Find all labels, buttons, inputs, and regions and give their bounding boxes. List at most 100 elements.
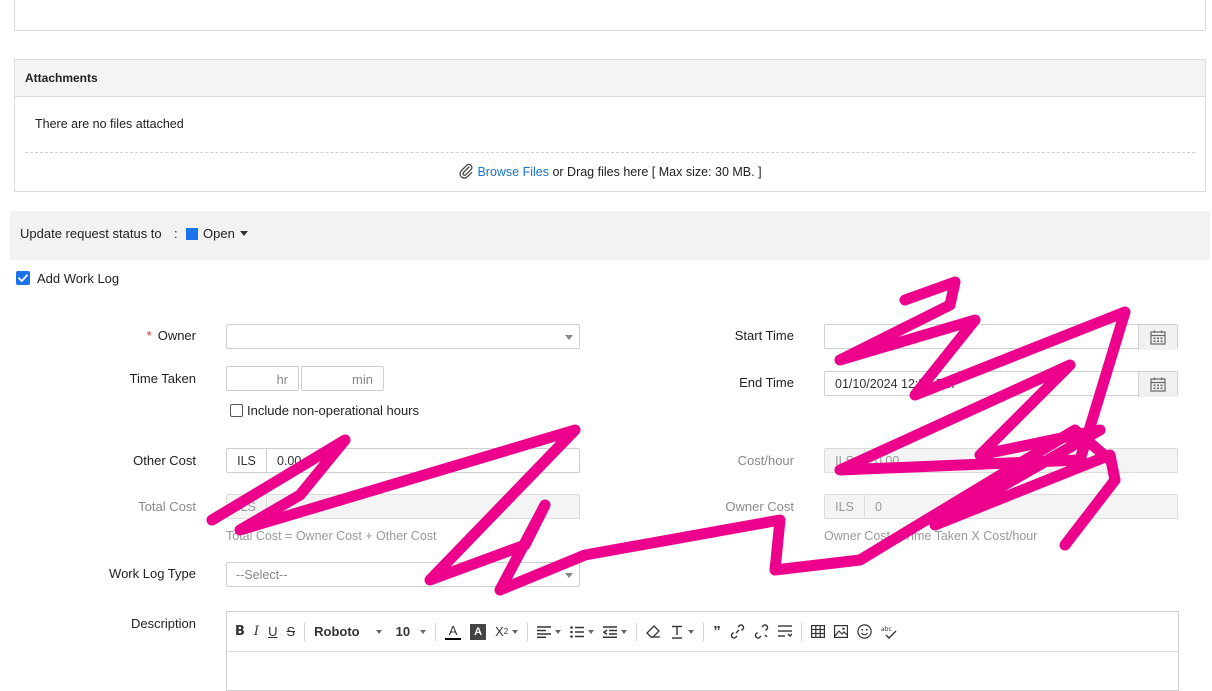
font-size-value: 10	[395, 624, 411, 639]
top-empty-panel	[14, 0, 1206, 31]
caret-down-icon	[565, 573, 573, 578]
font-size-dropdown[interactable]: 10	[395, 620, 427, 644]
chevron-down-icon	[688, 629, 695, 634]
total-cost-hint: Total Cost = Owner Cost + Other Cost	[226, 529, 437, 543]
spellcheck-icon[interactable]: abc	[881, 620, 897, 644]
chevron-down-icon	[621, 629, 628, 634]
caret-down-icon	[565, 335, 573, 340]
add-work-log-label: Add Work Log	[37, 271, 120, 286]
link-icon[interactable]	[730, 620, 745, 644]
font-color-icon[interactable]: A	[445, 620, 462, 644]
time-taken-label: Time Taken	[129, 371, 196, 386]
required-marker: *	[146, 328, 152, 343]
owner-label: * Owner	[100, 328, 196, 343]
end-time-calendar-button[interactable]	[1138, 372, 1177, 397]
status-update-bar: Update request status to : Open	[10, 211, 1210, 260]
text-transform-icon[interactable]	[670, 620, 695, 644]
owner-cost-input: ILS 0	[824, 494, 1178, 519]
toolbar-separator	[304, 622, 306, 641]
cost-per-hour-value: 0.00	[875, 454, 900, 468]
chevron-down-icon	[555, 629, 562, 634]
toolbar-separator	[527, 622, 529, 641]
description-editor: B I U S Roboto 10 A A X2 ” abc	[226, 611, 1179, 691]
start-time-label: Start Time	[734, 328, 794, 343]
bullet-list-icon[interactable]	[570, 620, 595, 644]
checkmark-icon	[18, 274, 28, 282]
attachments-panel: Attachments There are no files attached …	[14, 59, 1206, 192]
hours-input[interactable]: hr	[226, 366, 299, 391]
font-family-value: Roboto	[314, 624, 360, 639]
status-label: Update request status to	[20, 226, 162, 241]
total-cost-input: ILS 0	[226, 494, 580, 519]
owner-cost-value: 0	[875, 500, 882, 514]
owner-select[interactable]	[226, 324, 580, 349]
highlight-icon[interactable]: A	[470, 623, 487, 640]
divider	[25, 152, 1195, 153]
status-color-swatch	[186, 227, 198, 240]
other-cost-label: Other Cost	[133, 453, 196, 468]
cost-per-hour-input: ILS 0.00	[824, 448, 1178, 473]
image-icon[interactable]	[833, 620, 848, 644]
chevron-down-icon	[512, 629, 519, 634]
work-log-type-placeholder: --Select--	[236, 568, 288, 582]
start-time-calendar-button[interactable]	[1138, 325, 1177, 350]
chevron-down-icon	[375, 629, 382, 634]
non-operational-hours-checkbox[interactable]	[230, 404, 243, 417]
paperclip-icon	[458, 163, 474, 182]
caret-down-icon	[239, 231, 248, 236]
bold-icon[interactable]: B	[235, 620, 245, 644]
svg-text:abc: abc	[881, 626, 892, 633]
toolbar-separator	[435, 622, 437, 641]
calendar-icon	[1150, 377, 1166, 392]
non-operational-hours-label: Include non-operational hours	[247, 403, 420, 418]
align-left-icon[interactable]	[537, 620, 562, 644]
total-cost-label: Total Cost	[138, 499, 196, 514]
status-value: Open	[203, 226, 235, 241]
calendar-icon	[1150, 330, 1166, 345]
unlink-icon[interactable]	[754, 620, 769, 644]
indent-icon[interactable]	[603, 620, 628, 644]
end-time-label: End Time	[739, 375, 794, 390]
strikethrough-icon[interactable]: S	[286, 620, 295, 644]
owner-cost-label: Owner Cost	[725, 499, 794, 514]
drag-files-text: or Drag files here [ Max size: 30 MB. ]	[548, 165, 762, 179]
minutes-unit: min	[352, 372, 373, 387]
table-icon[interactable]	[810, 620, 825, 644]
end-time-input[interactable]: 01/10/2024 12:54 PM	[824, 371, 1178, 397]
cost-per-hour-currency: ILS	[825, 449, 865, 472]
other-cost-currency: ILS	[227, 449, 267, 472]
hours-unit: hr	[276, 372, 288, 387]
total-cost-value: 0	[277, 500, 284, 514]
cost-per-hour-label: Cost/hour	[737, 453, 794, 468]
underline-icon[interactable]: U	[268, 620, 277, 644]
toolbar-separator	[800, 622, 802, 641]
browse-files-link[interactable]: Browse Files	[477, 165, 549, 179]
attachments-header: Attachments	[15, 60, 1205, 97]
other-cost-input[interactable]: ILS 0.00	[226, 448, 580, 473]
toolbar-separator	[703, 622, 705, 641]
font-family-dropdown[interactable]: Roboto	[314, 620, 382, 644]
work-log-type-label: Work Log Type	[109, 566, 196, 581]
quote-icon[interactable]: ”	[713, 620, 721, 644]
italic-icon[interactable]: I	[254, 620, 259, 644]
browse-files-line: Browse Files or Drag files here [ Max si…	[15, 163, 1205, 182]
line-spacing-icon[interactable]	[777, 620, 792, 644]
description-label: Description	[130, 616, 196, 631]
editor-toolbar: B I U S Roboto 10 A A X2 ” abc	[227, 612, 1178, 652]
work-log-type-select[interactable]: --Select--	[226, 562, 580, 587]
no-files-text: There are no files attached	[35, 117, 184, 131]
eraser-icon[interactable]	[646, 620, 661, 644]
owner-cost-hint: Owner Cost = Time Taken X Cost/hour	[824, 529, 1038, 543]
owner-cost-currency: ILS	[825, 495, 865, 518]
chevron-down-icon	[588, 629, 595, 634]
status-dropdown[interactable]: Open	[186, 226, 248, 241]
other-cost-value: 0.00	[277, 454, 302, 468]
add-work-log-checkbox[interactable]	[16, 271, 30, 285]
emoji-icon[interactable]	[857, 620, 872, 644]
minutes-input[interactable]: min	[301, 366, 384, 391]
start-time-input[interactable]	[824, 324, 1178, 350]
chevron-down-icon	[420, 629, 427, 634]
superscript-icon[interactable]: X2	[495, 620, 519, 644]
end-time-value: 01/10/2024 12:54 PM	[835, 377, 955, 391]
total-cost-currency: ILS	[227, 495, 267, 518]
